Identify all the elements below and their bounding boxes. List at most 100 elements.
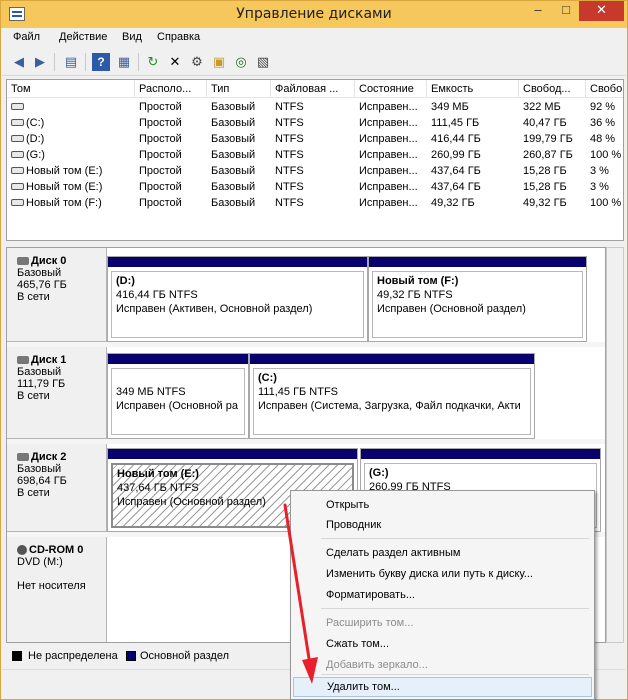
disk-0-label[interactable]: Диск 0 Базовый 465,76 ГБ В сети xyxy=(7,248,107,342)
partition-info: Новый том (F:) 49,32 ГБ NTFS Исправен (О… xyxy=(372,271,583,338)
disk-type: DVD (M:) xyxy=(17,556,63,568)
menu-item-change-drive-letter[interactable]: Изменить букву диска или путь к диску... xyxy=(293,564,592,584)
percent-free-cell: 100 % xyxy=(590,197,622,209)
volume-name-cell: (C:) xyxy=(7,115,135,131)
partition-f[interactable]: Новый том (F:) 49,32 ГБ NTFS Исправен (О… xyxy=(368,256,587,342)
properties-icon[interactable]: ▦ xyxy=(115,53,133,71)
cdrom-0-label[interactable]: CD-ROM 0 DVD (M:) Нет носителя xyxy=(7,537,107,642)
title-bar[interactable]: Управление дисками – □ ✕ xyxy=(1,1,627,28)
status-cell: Исправен... xyxy=(359,197,418,209)
menu-item-explore[interactable]: Проводник xyxy=(293,515,592,535)
column-header-status[interactable]: Состояние xyxy=(355,80,427,98)
partition-system-reserved[interactable]: 349 МБ NTFS Исправен (Основной ра xyxy=(107,353,249,439)
partition-header-bar xyxy=(250,354,534,364)
column-header-layout[interactable]: Располо... xyxy=(135,80,207,98)
vertical-scrollbar[interactable] xyxy=(606,247,624,643)
disk-name: Диск 0 xyxy=(31,255,67,267)
menu-item-delete-volume[interactable]: Удалить том... xyxy=(293,677,592,697)
capacity-cell: 437,64 ГБ xyxy=(431,165,481,177)
close-button[interactable]: ✕ xyxy=(579,1,624,21)
table-row[interactable]: (G:) Простой Базовый NTFS Исправен... 26… xyxy=(7,147,623,163)
partition-status: Исправен (Основной раздел) xyxy=(377,303,526,315)
filesystem-cell: NTFS xyxy=(275,117,304,129)
menu-item-open[interactable]: Открыть xyxy=(293,495,592,515)
partition-name: Новый том (E:) xyxy=(117,468,199,480)
volume-name: Новый том (E:) xyxy=(26,165,103,177)
maximize-button[interactable]: □ xyxy=(552,1,580,21)
disk-name: Диск 1 xyxy=(31,354,67,366)
volume-name: (G:) xyxy=(26,149,45,161)
type-cell: Базовый xyxy=(211,133,256,145)
disk-name: Диск 2 xyxy=(31,451,67,463)
disk-status: В сети xyxy=(17,487,50,499)
column-header-filesystem[interactable]: Файловая ... xyxy=(271,80,355,98)
open-folder-icon[interactable]: ▣ xyxy=(210,53,228,71)
partition-name: (D:) xyxy=(116,275,135,287)
toolbar-separator xyxy=(138,53,139,71)
column-header-capacity[interactable]: Емкость xyxy=(427,80,519,98)
table-row[interactable]: (C:) Простой Базовый NTFS Исправен... 11… xyxy=(7,115,623,131)
table-row[interactable]: Новый том (F:) Простой Базовый NTFS Испр… xyxy=(7,195,623,211)
disk-status: Нет носителя xyxy=(17,580,86,592)
capacity-cell: 437,64 ГБ xyxy=(431,181,481,193)
disk-icon xyxy=(17,356,29,365)
disk-type: Базовый xyxy=(17,267,62,279)
layout-cell: Простой xyxy=(139,165,182,177)
volume-name-cell: Новый том (F:) xyxy=(7,195,135,211)
column-header-type[interactable]: Тип xyxy=(207,80,271,98)
back-arrow-icon[interactable]: ◀ xyxy=(10,53,28,71)
volume-name: (D:) xyxy=(26,133,45,145)
disk-2-label[interactable]: Диск 2 Базовый 698,64 ГБ В сети xyxy=(7,444,107,532)
disk-1-label[interactable]: Диск 1 Базовый 111,79 ГБ В сети xyxy=(7,347,107,439)
delete-icon[interactable]: ✕ xyxy=(166,53,184,71)
menu-item-shrink-volume[interactable]: Сжать том... xyxy=(293,634,592,654)
partition-size: 111,45 ГБ NTFS xyxy=(258,386,339,398)
percent-free-cell: 92 % xyxy=(590,101,616,113)
menu-item-add-mirror: Добавить зеркало... xyxy=(326,659,428,671)
table-row[interactable]: Новый том (E:) Простой Базовый NTFS Испр… xyxy=(7,163,623,179)
type-cell: Базовый xyxy=(211,101,256,113)
column-header-percent-free[interactable]: Свобо xyxy=(586,80,623,98)
console-tree-icon[interactable]: ▤ xyxy=(62,53,80,71)
table-row[interactable]: Новый том (E:) Простой Базовый NTFS Испр… xyxy=(7,179,623,195)
percent-free-cell: 3 % xyxy=(590,181,609,193)
partition-info: 349 МБ NTFS Исправен (Основной ра xyxy=(111,368,245,435)
settings-icon[interactable]: ⚙ xyxy=(188,53,206,71)
menu-view[interactable]: Вид xyxy=(122,31,142,43)
refresh-icon[interactable]: ↻ xyxy=(144,53,162,71)
help-icon[interactable]: ? xyxy=(92,53,110,71)
menu-file[interactable]: Файл xyxy=(13,31,40,43)
drive-icon xyxy=(11,118,24,126)
partition-size: 416,44 ГБ NTFS xyxy=(116,289,198,301)
filesystem-cell: NTFS xyxy=(275,181,304,193)
search-icon[interactable]: ◎ xyxy=(232,53,250,71)
free-space-cell: 15,28 ГБ xyxy=(523,165,567,177)
properties-sheet-icon[interactable]: ▧ xyxy=(254,53,272,71)
partition-header-bar xyxy=(361,449,600,459)
table-row[interactable]: (D:) Простой Базовый NTFS Исправен... 41… xyxy=(7,131,623,147)
column-header-volume[interactable]: Том xyxy=(7,80,135,98)
status-cell: Исправен... xyxy=(359,149,418,161)
disk-status: В сети xyxy=(17,291,50,303)
volume-name-cell xyxy=(7,99,135,115)
menu-action[interactable]: Действие xyxy=(59,31,107,43)
partition-header-bar xyxy=(369,257,586,267)
legend-unallocated: Не распределена xyxy=(28,650,118,662)
percent-free-cell: 36 % xyxy=(590,117,616,129)
free-space-cell: 15,28 ГБ xyxy=(523,181,567,193)
table-row[interactable]: Простой Базовый NTFS Исправен... 349 МБ … xyxy=(7,99,623,115)
forward-arrow-icon[interactable]: ▶ xyxy=(31,53,49,71)
drive-icon xyxy=(11,166,24,174)
partition-c[interactable]: (C:) 111,45 ГБ NTFS Исправен (Система, З… xyxy=(249,353,535,439)
disk-size: 111,79 ГБ xyxy=(17,378,66,390)
menu-item-format[interactable]: Форматировать... xyxy=(293,585,592,605)
disk-type: Базовый xyxy=(17,463,62,475)
column-header-free-space[interactable]: Свобод... xyxy=(519,80,586,98)
menu-item-mark-active[interactable]: Сделать раздел активным xyxy=(293,543,592,563)
minimize-button[interactable]: – xyxy=(524,1,552,21)
drive-icon xyxy=(11,182,24,190)
menu-help[interactable]: Справка xyxy=(157,31,200,43)
type-cell: Базовый xyxy=(211,117,256,129)
partition-d[interactable]: (D:) 416,44 ГБ NTFS Исправен (Активен, О… xyxy=(107,256,368,342)
disk-icon xyxy=(17,453,29,462)
